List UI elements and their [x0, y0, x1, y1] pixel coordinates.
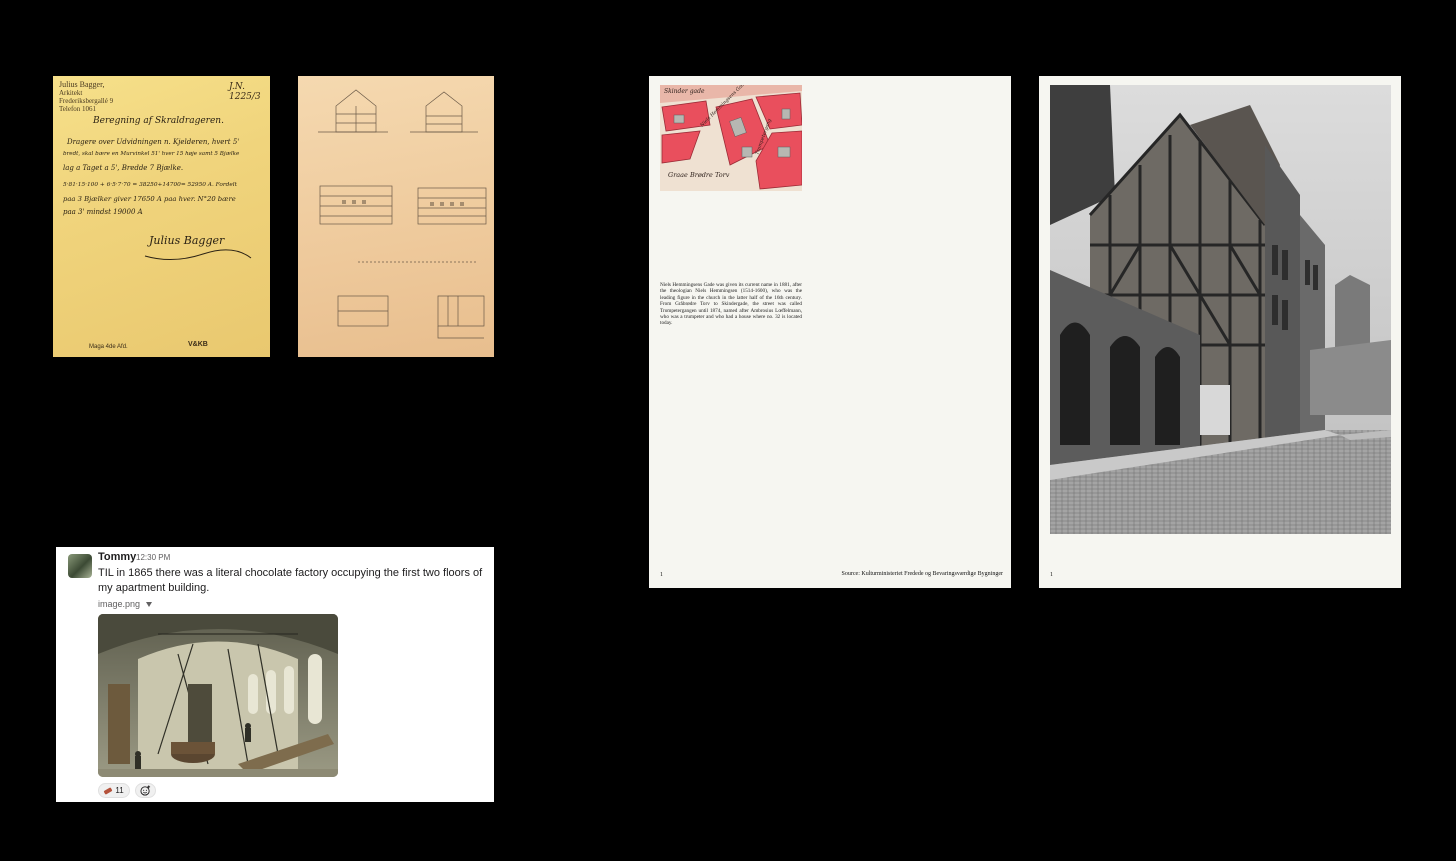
attachment-image[interactable]: [98, 614, 338, 777]
attachment-toggle[interactable]: image.png: [98, 599, 153, 609]
map-label: Graae Brødre Torv: [668, 171, 730, 179]
book-page-left: Skinder gade Niels Hemmingsens Gade Trom…: [649, 76, 1011, 588]
message-timestamp[interactable]: 12:30 PM: [136, 553, 170, 562]
add-reaction-icon: [140, 785, 151, 796]
reaction-count: 11: [115, 786, 124, 795]
letter-line: paa 3 Bjælker giver 17650 A paa hver. N°…: [63, 195, 236, 203]
map-label: Skinder gade: [664, 88, 705, 95]
letter-header-name: Julius Bagger,: [59, 80, 105, 89]
letter-header-line: Frederiksbergallé 9: [59, 97, 114, 106]
avatar[interactable]: [68, 554, 92, 578]
letter-footer: Maga 4de Afd.: [89, 344, 128, 350]
architectural-drawing-icon: [318, 89, 487, 339]
source-credit: Source: Kulturministeriet Fredede og Bev…: [841, 571, 1003, 577]
reaction-chocolate-bar[interactable]: 11: [98, 783, 130, 798]
chocolate-bar-emoji-icon: [103, 786, 113, 795]
architectural-drawing: [298, 76, 494, 357]
handwritten-letter: Julius Bagger, Arkitekt Frederiksbergall…: [53, 76, 270, 357]
letter-header: Julius Bagger, Arkitekt Frederiksbergall…: [59, 80, 113, 113]
letter-line: bredt, skal bære en Murvinkel 51' hver 1…: [63, 151, 240, 157]
add-reaction-button[interactable]: [135, 783, 156, 798]
signature-flourish-icon: [144, 249, 252, 260]
letter-header-line: Telefon 1061: [59, 105, 97, 114]
caret-down-icon: [146, 602, 153, 608]
letter-title: Beregning af Skraldrageren.: [93, 116, 224, 126]
message-author[interactable]: Tommy: [98, 551, 136, 563]
street-history-paragraph: Niels Hemmingsens Gade was given its cur…: [660, 282, 802, 327]
half-timbered-building-photo-icon: [1050, 85, 1391, 534]
historic-street-map: Skinder gade Niels Hemmingsens Gade Trom…: [660, 85, 802, 191]
book-page-right: 1: [1039, 76, 1401, 588]
page-number: 1: [1050, 572, 1053, 578]
message-text: TIL in 1865 there was a literal chocolat…: [98, 567, 483, 594]
letter-header-line: Arkitekt: [59, 89, 83, 98]
letter-line: Dragere over Udvidningen n. Kjelderen, h…: [67, 138, 240, 146]
letter-file-number: J.N. 1225/3: [229, 82, 261, 102]
chat-message: Tommy 12:30 PM TIL in 1865 there was a l…: [56, 547, 494, 802]
letter-line: paa 3' mindst 19000 A: [63, 208, 143, 216]
letter-line: 5·81·15·100 + 6·5·7·70 = 38250+14700= 52…: [63, 182, 237, 188]
letter-stamp: V&KB: [188, 341, 208, 348]
attachment-filename: image.png: [98, 599, 141, 609]
factory-interior-illustration-icon: [98, 614, 338, 777]
letter-line: lag a Taget a 5', Bredde 7 Bjælke.: [63, 164, 184, 172]
street-photograph: [1050, 85, 1391, 534]
page-number: 1: [660, 572, 663, 578]
street-map-icon: Skinder gade Niels Hemmingsens Gade Trom…: [660, 85, 802, 191]
